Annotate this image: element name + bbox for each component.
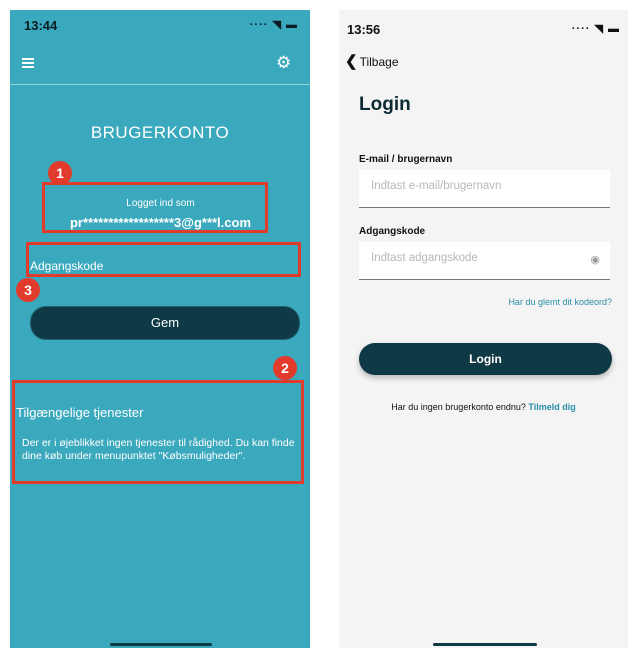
header-divider xyxy=(10,84,310,85)
annotation-badge-3: 3 xyxy=(16,278,40,302)
back-label: Tilbage xyxy=(359,55,399,69)
gear-icon[interactable]: ⚙ xyxy=(276,54,291,71)
annotation-box-2 xyxy=(12,380,304,484)
annotation-box-1 xyxy=(42,182,268,233)
password-placeholder: Indtast adgangskode xyxy=(371,252,478,264)
signup-prompt: Har du ingen brugerkonto endnu? Tilmeld … xyxy=(339,402,628,412)
status-icons: ···· ◥ ▬ xyxy=(571,23,620,35)
account-screen: 13:44 ···· ◥ ▬ ⚙ BRUGERKONTO Logget ind … xyxy=(10,10,310,648)
page-title: Login xyxy=(359,94,411,115)
status-bar: 13:44 ···· ◥ ▬ xyxy=(10,10,310,40)
email-input[interactable]: Indtast e-mail/brugernavn xyxy=(359,170,610,208)
email-label: E-mail / brugernavn xyxy=(359,154,453,165)
eye-icon[interactable]: ◉ xyxy=(590,253,600,266)
page-title: BRUGERKONTO xyxy=(90,123,230,142)
home-indicator xyxy=(110,643,212,646)
status-time: 13:44 xyxy=(24,18,58,33)
home-indicator xyxy=(433,643,537,646)
save-button[interactable]: Gem xyxy=(30,306,300,340)
status-bar: 13:56 ···· ◥ ▬ xyxy=(339,10,628,40)
forgot-password-link[interactable]: Har du glemt dit kodeord? xyxy=(508,297,612,307)
password-label: Adgangskode xyxy=(359,226,426,237)
annotation-badge-2: 2 xyxy=(273,356,297,380)
annotation-badge-1: 1 xyxy=(48,161,72,185)
login-screen: 13:56 ···· ◥ ▬ ❮ Tilbage Login E-mail / b… xyxy=(339,10,628,648)
no-account-text: Har du ingen brugerkonto endnu? xyxy=(391,402,526,412)
login-button[interactable]: Login xyxy=(359,343,612,375)
annotation-box-3 xyxy=(26,242,301,277)
status-icons: ···· ◥ ▬ xyxy=(249,19,298,31)
hamburger-menu-icon[interactable] xyxy=(22,58,34,68)
chevron-left-icon: ❮ xyxy=(345,53,358,70)
signup-link[interactable]: Tilmeld dig xyxy=(528,402,575,412)
password-input[interactable]: Indtast adgangskode ◉ xyxy=(359,242,610,280)
status-time: 13:56 xyxy=(347,22,381,37)
back-button[interactable]: ❮ Tilbage xyxy=(345,52,399,70)
